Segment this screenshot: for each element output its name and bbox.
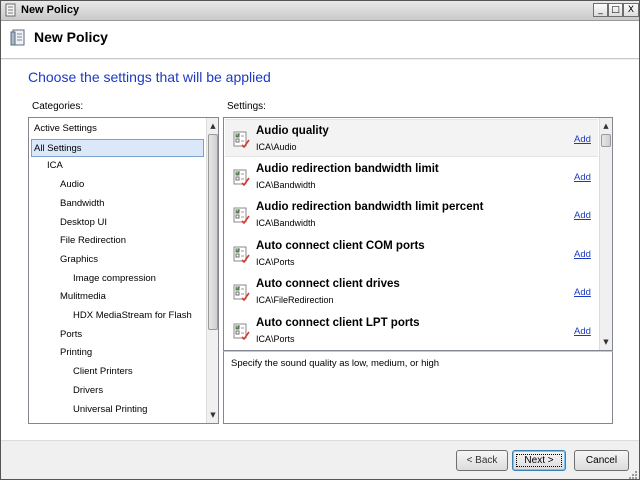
footer-divider <box>1 440 639 441</box>
categories-label: Categories: <box>32 101 84 112</box>
setting-name: Auto connect client COM ports <box>256 239 425 252</box>
category-item[interactable]: Printing <box>29 344 92 362</box>
setting-row[interactable]: Auto connect client COM ports ICA\Ports Ad… <box>225 235 598 273</box>
categories-scrollbar[interactable]: ▲ ▼ <box>206 118 218 423</box>
category-item[interactable]: Graphics <box>29 251 98 269</box>
add-setting-link[interactable]: Add <box>574 172 591 183</box>
setting-path: ICA\Bandwidth <box>256 218 316 228</box>
setting-name: Auto connect client LPT ports <box>256 316 420 329</box>
setting-path: ICA\Ports <box>256 333 295 344</box>
setting-name: Audio redirection bandwidth limit <box>256 162 439 175</box>
add-setting-link[interactable]: Add <box>574 249 591 260</box>
settings-label: Settings: <box>227 101 266 112</box>
category-item[interactable]: Universal Printing <box>29 401 147 419</box>
back-button[interactable]: < Back <box>456 450 508 471</box>
category-item[interactable]: Audio <box>29 176 84 194</box>
page-title: New Policy <box>34 29 108 45</box>
scroll-down-arrow-icon[interactable]: ▼ <box>600 335 612 349</box>
settings-scrollbar[interactable]: ▲ ▼ <box>599 118 612 350</box>
scroll-down-arrow-icon[interactable]: ▼ <box>207 408 218 422</box>
setting-checklist-icon <box>233 246 250 263</box>
category-item[interactable]: Desktop UI <box>29 214 107 232</box>
policy-window-icon <box>5 3 16 17</box>
setting-description: Specify the sound quality as low, medium… <box>231 358 440 369</box>
setting-row[interactable]: Auto connect client drives ICA\FileRedire… <box>225 273 598 311</box>
setting-checklist-icon <box>233 284 250 301</box>
add-setting-link[interactable]: Add <box>574 326 591 337</box>
category-item[interactable]: HDX MediaStream for Flash <box>29 307 192 325</box>
category-item[interactable]: Image compression <box>29 270 156 288</box>
category-item[interactable]: Active Settings <box>29 120 97 138</box>
setting-row[interactable]: Audio redirection bandwidth limit ICA\Ban… <box>225 158 598 196</box>
setting-checklist-icon <box>233 207 250 224</box>
policy-document-icon <box>10 29 25 46</box>
setting-path: ICA\Ports <box>256 256 295 267</box>
add-setting-link[interactable]: Add <box>574 287 591 298</box>
step-heading: Choose the settings that will be applied <box>28 69 271 85</box>
cancel-button[interactable]: Cancel <box>574 450 629 471</box>
wizard-header: New Policy <box>1 21 639 59</box>
setting-row[interactable]: Audio quality ICA\Audio Add <box>225 119 598 157</box>
setting-checklist-icon <box>233 131 250 148</box>
scroll-thumb[interactable] <box>601 134 611 147</box>
new-policy-window: New Policy _ □ X New Policy Choose the s… <box>0 0 640 480</box>
setting-name: Audio redirection bandwidth limit percen… <box>256 201 484 213</box>
resize-grip-icon[interactable] <box>628 470 638 480</box>
minimize-button[interactable]: _ <box>593 3 608 17</box>
focus-rect <box>516 454 562 467</box>
setting-path: ICA\FileRedirection <box>256 295 334 305</box>
close-button[interactable]: X <box>623 3 639 17</box>
categories-list[interactable]: Active Settings All Settings ICA Audio Bandw… <box>28 117 219 424</box>
setting-path: ICA\Bandwidth <box>256 179 316 190</box>
setting-checklist-icon <box>233 169 250 186</box>
category-item[interactable]: Client Printers <box>29 363 133 381</box>
setting-path: ICA\Audio <box>256 142 297 152</box>
scroll-up-arrow-icon[interactable]: ▲ <box>600 119 612 133</box>
title-bar[interactable]: New Policy _ □ X <box>1 1 639 21</box>
scroll-thumb[interactable] <box>208 134 218 330</box>
scroll-up-arrow-icon[interactable]: ▲ <box>207 119 218 133</box>
setting-description-box: Specify the sound quality as low, medium… <box>223 351 613 424</box>
settings-list[interactable]: Audio quality ICA\Audio Add Audio redirecti… <box>223 117 613 351</box>
setting-name: Auto connect client drives <box>256 278 400 290</box>
add-setting-link[interactable]: Add <box>574 134 591 145</box>
category-item[interactable]: Bandwidth <box>29 195 104 213</box>
maximize-button[interactable]: □ <box>608 3 623 17</box>
setting-checklist-icon <box>233 323 250 340</box>
wizard-body: Choose the settings that will be applied… <box>1 60 639 440</box>
category-item[interactable]: Ports <box>29 326 82 344</box>
next-button[interactable]: Next > <box>512 450 566 471</box>
setting-row[interactable]: Audio redirection bandwidth limit percen… <box>225 196 598 234</box>
category-item[interactable]: All Settings <box>31 138 204 157</box>
add-setting-link[interactable]: Add <box>574 210 591 221</box>
setting-name: Audio quality <box>256 125 329 137</box>
category-item[interactable]: Mulitmedia <box>29 288 106 306</box>
category-item[interactable]: ICA <box>29 157 63 175</box>
category-item[interactable]: File Redirection <box>29 232 126 250</box>
category-item[interactable]: Drivers <box>29 382 103 400</box>
setting-row[interactable]: Auto connect client LPT ports ICA\Ports Ad… <box>225 312 598 350</box>
window-title: New Policy <box>21 4 80 16</box>
